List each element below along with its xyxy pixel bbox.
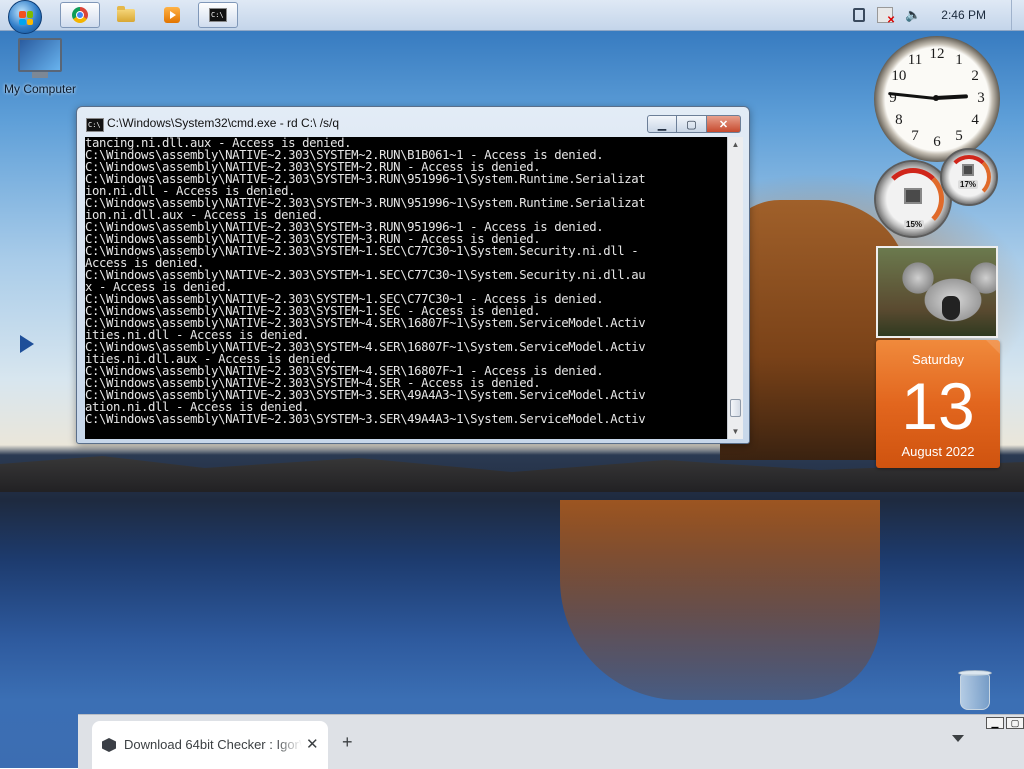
- taskbar-media-player-button[interactable]: [152, 2, 192, 28]
- cpu-chip-icon: [904, 188, 922, 204]
- calendar-weekday: Saturday: [911, 352, 965, 367]
- show-desktop-button[interactable]: [1011, 0, 1024, 30]
- taskbar-clock[interactable]: 2:46 PM: [941, 8, 986, 22]
- desktop-icon-my-computer[interactable]: My Computer: [4, 38, 76, 96]
- clock-hour-hand: [935, 94, 969, 100]
- taskbar-chrome-button[interactable]: [60, 2, 100, 28]
- clock-number: 7: [911, 128, 919, 145]
- windows-flag-icon: [19, 11, 33, 25]
- cpu-meter-gadget[interactable]: 15% 17%: [874, 148, 998, 238]
- restore-icon: ▢: [1010, 718, 1020, 728]
- browser-restore-button[interactable]: ▢: [1006, 717, 1024, 729]
- koala-nose: [942, 296, 960, 320]
- window-controls: ▁ ▢ ✕: [647, 115, 741, 133]
- ram-arc: [947, 155, 991, 199]
- new-tab-button[interactable]: +: [342, 733, 353, 751]
- ram-value: 17%: [958, 180, 979, 189]
- console-line: C:\Windows\assembly\NATIVE~2.303\SYSTEM~…: [85, 412, 646, 426]
- console-scrollbar[interactable]: ▲ ▼: [727, 137, 743, 439]
- clock-number: 12: [929, 46, 945, 62]
- close-icon: ✕: [718, 118, 729, 131]
- clock-number: 10: [891, 68, 907, 84]
- calendar-month-year: August 2022: [901, 444, 975, 459]
- chrome-icon: [72, 7, 88, 23]
- chrome-window: Download 64bit Checker : IgorWare ✕ + ▁ …: [78, 714, 1024, 769]
- clock-number: 4: [971, 112, 979, 128]
- console-output[interactable]: tancing.ni.dll.aux - Access is denied. C…: [85, 137, 727, 439]
- taskbar-cmd-button[interactable]: C:\: [198, 2, 238, 28]
- tab-close-icon[interactable]: ✕: [306, 735, 319, 753]
- clock-gadget[interactable]: 11 10 9 8 7 6 5 4 3 2 1 12: [874, 36, 1000, 162]
- clock-number: 3: [977, 90, 985, 106]
- taskbar: C:\ 🔈 2:46 PM: [0, 0, 1024, 34]
- mouse-pointer-icon: [20, 335, 34, 353]
- close-button[interactable]: ✕: [707, 115, 741, 133]
- scroll-down-arrow-icon[interactable]: ▼: [728, 424, 743, 439]
- tab-search-chevron-icon[interactable]: [952, 735, 964, 742]
- desktop-icon-label: My Computer: [4, 82, 77, 96]
- maximize-icon: ▢: [686, 118, 697, 131]
- volume-icon[interactable]: 🔈: [905, 7, 921, 23]
- minimize-icon: ▁: [991, 718, 999, 728]
- console-text: tancing.ni.dll.aux - Access is denied. C…: [85, 137, 725, 425]
- tab-favicon-icon: [102, 738, 116, 752]
- cpu-value: 15%: [904, 220, 925, 229]
- taskbar-explorer-button[interactable]: [106, 2, 146, 28]
- calendar-gadget[interactable]: Saturday 13 August 2022: [876, 340, 1000, 468]
- maximize-button[interactable]: ▢: [677, 115, 707, 133]
- network-icon[interactable]: [853, 8, 866, 22]
- ram-dial: 17%: [940, 148, 998, 206]
- window-title: C:\Windows\System32\cmd.exe - rd C:\ /s/…: [107, 116, 340, 130]
- ram-chip-icon: [962, 164, 974, 176]
- slideshow-gadget-koala-photo[interactable]: [876, 246, 998, 338]
- scroll-up-arrow-icon[interactable]: ▲: [728, 137, 743, 152]
- clock-number: 2: [971, 68, 979, 84]
- start-button[interactable]: [8, 0, 42, 34]
- action-center-icon[interactable]: [877, 7, 895, 26]
- tab-title: Download 64bit Checker : IgorWare: [124, 737, 302, 752]
- cmd-window-icon[interactable]: C:\: [86, 118, 104, 132]
- clock-number: 1: [955, 51, 963, 68]
- computer-icon: [18, 38, 62, 78]
- cmd-icon: C:\: [209, 8, 227, 22]
- calendar-day-number: 13: [901, 369, 975, 443]
- clock-number: 8: [895, 112, 903, 128]
- clock-number: 5: [955, 128, 963, 145]
- recycle-bin-body: [960, 674, 990, 710]
- recycle-bin-icon[interactable]: [958, 668, 992, 712]
- system-tray: 🔈 2:46 PM: [847, 0, 1024, 30]
- media-player-icon: [164, 7, 180, 23]
- browser-minimize-button[interactable]: ▁: [986, 717, 1004, 729]
- cmd-titlebar[interactable]: C:\ C:\Windows\System32\cmd.exe - rd C:\…: [77, 107, 749, 135]
- clock-number: 11: [907, 51, 923, 68]
- minimize-icon: ▁: [657, 118, 667, 131]
- minimize-button[interactable]: ▁: [647, 115, 677, 133]
- scroll-thumb[interactable]: [730, 399, 741, 417]
- folder-icon: [117, 5, 135, 22]
- wallpaper-reflection: [560, 500, 880, 700]
- cmd-window: C:\ C:\Windows\System32\cmd.exe - rd C:\…: [76, 106, 750, 444]
- clock-number: 6: [933, 134, 941, 150]
- browser-tab[interactable]: Download 64bit Checker : IgorWare ✕: [92, 721, 328, 769]
- clock-center: [933, 95, 939, 101]
